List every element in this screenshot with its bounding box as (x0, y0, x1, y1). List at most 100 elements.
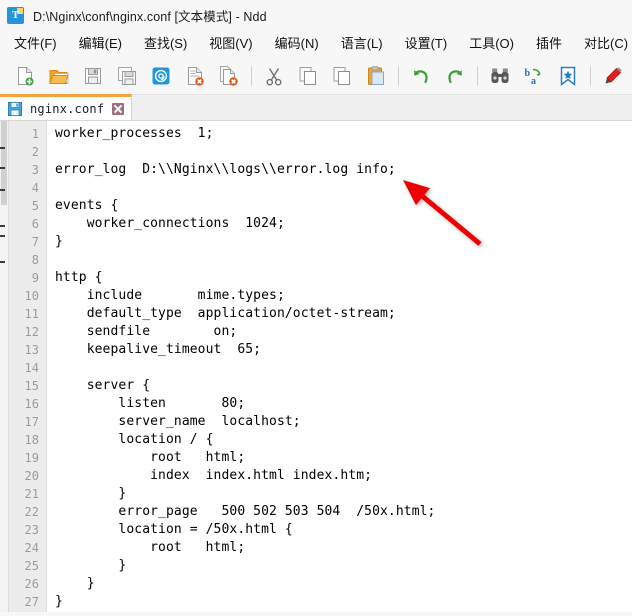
code-line[interactable]: } (55, 557, 632, 575)
menu-item-language[interactable]: 语言(L) (341, 30, 383, 57)
undo-button[interactable] (404, 61, 438, 91)
line-number: 14 (24, 361, 39, 375)
line-number: 27 (24, 595, 39, 609)
menu-item-file[interactable]: 文件(F) (14, 30, 57, 57)
svg-text:b: b (525, 68, 531, 79)
copy-button[interactable] (291, 61, 325, 91)
tab-close-icon[interactable] (112, 102, 125, 115)
app-icon: T (7, 6, 24, 24)
line-number: 15 (24, 379, 39, 393)
code-line[interactable]: error_log D:\\Nginx\\logs\\error.log inf… (55, 161, 632, 179)
editor-area: 1 2 3 4 5 6 7 8 9 10 11 12 13 14 15 16 17 18 19 20 21 22 23 24 2… (0, 121, 632, 612)
menu-item-encoding[interactable]: 编码(N) (275, 30, 319, 57)
editor-vertical-scrollbar[interactable] (0, 121, 9, 612)
redo-button[interactable] (438, 61, 472, 91)
code-line[interactable]: events { (55, 197, 632, 215)
code-line[interactable] (55, 359, 632, 377)
line-number: 5 (31, 199, 39, 213)
find-icon (491, 68, 509, 83)
application-window: T D:\Nginx\conf\nginx.conf [文本模式] - Ndd … (0, 0, 632, 616)
line-number: 25 (24, 559, 39, 573)
code-line[interactable]: keepalive_timeout 65; (55, 341, 632, 359)
redo-icon (448, 69, 462, 83)
line-number: 4 (31, 181, 39, 195)
cut-button[interactable] (257, 61, 291, 91)
close-file-icon (188, 66, 204, 86)
code-line[interactable]: listen 80; (55, 395, 632, 413)
window-title: D:\Nginx\conf\nginx.conf [文本模式] - Ndd (33, 9, 267, 24)
line-number: 13 (24, 343, 39, 357)
code-line[interactable]: worker_processes 1; (55, 125, 632, 143)
menu-item-view[interactable]: 视图(V) (209, 30, 252, 57)
close-all-files-button[interactable] (212, 61, 246, 91)
line-number: 24 (24, 541, 39, 555)
line-number: 20 (24, 469, 39, 483)
toolbar-separator-4 (590, 65, 591, 86)
tab-bar: nginx.conf (0, 94, 632, 121)
scroll-marker (0, 147, 5, 149)
code-line[interactable]: root html; (55, 539, 632, 557)
save-button[interactable] (76, 61, 110, 91)
code-line[interactable]: location / { (55, 431, 632, 449)
code-line[interactable]: include mime.types; (55, 287, 632, 305)
menu-item-tools[interactable]: 工具(O) (469, 30, 514, 57)
menu-item-edit[interactable]: 编辑(E) (79, 30, 122, 57)
tab-nginx-conf[interactable]: nginx.conf (0, 94, 133, 120)
menu-item-compare[interactable]: 对比(C) (584, 30, 628, 57)
toolbar-separator-3 (477, 65, 478, 86)
tab-save-icon (8, 101, 22, 116)
line-number: 3 (31, 163, 39, 177)
code-line[interactable]: http { (55, 269, 632, 287)
scroll-marker (0, 225, 5, 227)
close-all-files-icon (220, 65, 238, 86)
app-icon-letter: T (11, 8, 20, 21)
new-file-icon (18, 66, 34, 85)
line-number: 19 (24, 451, 39, 465)
save-as-button[interactable] (144, 61, 178, 91)
line-number: 18 (24, 433, 39, 447)
scroll-marker (0, 167, 5, 169)
code-line[interactable]: root html; (55, 449, 632, 467)
open-file-button[interactable] (42, 61, 76, 91)
line-number: 6 (31, 217, 39, 231)
toolbar-separator-1 (251, 65, 252, 86)
code-line[interactable]: } (55, 233, 632, 251)
line-number: 26 (24, 577, 39, 591)
code-content[interactable]: worker_processes 1; error_log D:\\Nginx\\… (47, 121, 632, 612)
menu-item-settings[interactable]: 设置(T) (405, 30, 448, 57)
save-all-icon (118, 66, 136, 85)
bookmark-button[interactable] (551, 61, 585, 91)
code-line[interactable]: server { (55, 377, 632, 395)
menu-item-plugins[interactable]: 插件 (536, 30, 562, 57)
copy-secondary-button[interactable] (325, 61, 359, 91)
scrollbar-thumb[interactable] (1, 121, 7, 205)
code-line[interactable]: } (55, 485, 632, 503)
line-number: 22 (24, 505, 39, 519)
code-line[interactable]: server_name localhost; (55, 413, 632, 431)
find-button[interactable] (483, 61, 517, 91)
code-line[interactable]: error_page 500 502 503 504 /50x.html; (55, 503, 632, 521)
code-line[interactable]: } (55, 593, 632, 611)
code-line[interactable] (55, 251, 632, 269)
menu-item-search[interactable]: 查找(S) (144, 30, 187, 57)
close-file-button[interactable] (178, 61, 212, 91)
paste-button[interactable] (359, 61, 393, 91)
line-number: 10 (24, 289, 39, 303)
title-bar: T D:\Nginx\conf\nginx.conf [文本模式] - Ndd (0, 0, 632, 30)
translate-button[interactable]: b a (517, 61, 551, 91)
code-line[interactable]: } (55, 575, 632, 593)
code-line[interactable]: default_type application/octet-stream; (55, 305, 632, 323)
code-line[interactable]: worker_connections 1024; (55, 215, 632, 233)
copy-icon (333, 66, 350, 85)
save-all-button[interactable] (110, 61, 144, 91)
marker-red-button[interactable] (596, 61, 630, 91)
code-line[interactable]: location = /50x.html { (55, 521, 632, 539)
code-line[interactable]: sendfile on; (55, 323, 632, 341)
code-line[interactable]: index index.html index.htm; (55, 467, 632, 485)
code-line[interactable] (55, 143, 632, 161)
new-file-button[interactable] (8, 61, 42, 91)
code-line[interactable] (55, 179, 632, 197)
scroll-marker (0, 261, 5, 263)
translate-icon: b a (525, 68, 541, 87)
toolbar-separator-2 (398, 65, 399, 86)
